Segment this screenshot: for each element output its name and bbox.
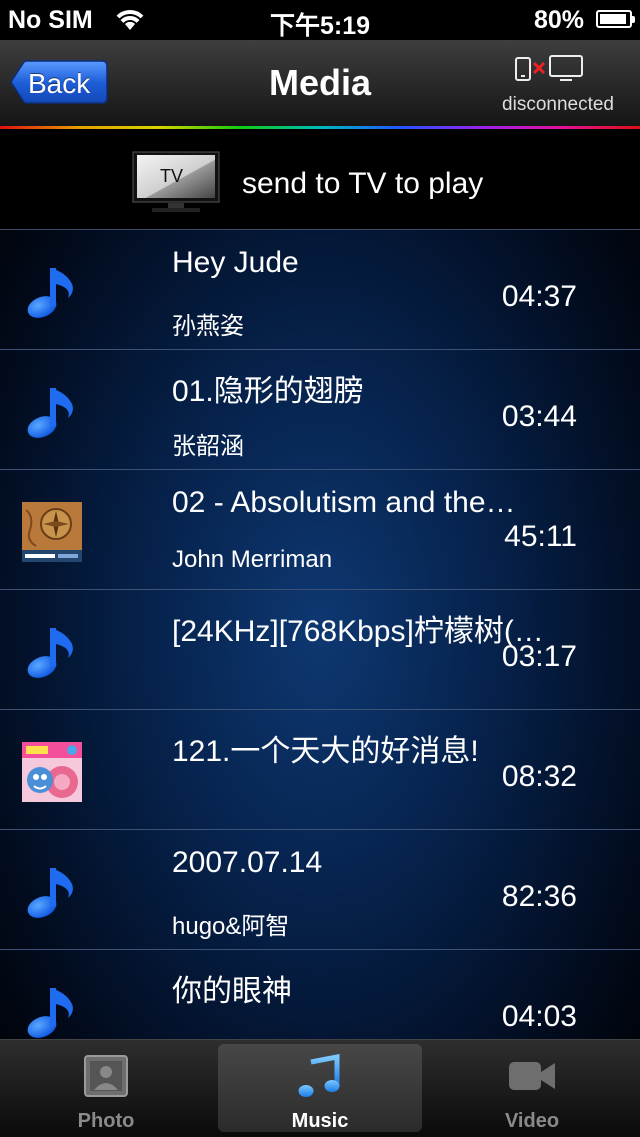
- item-artist: 张韶涵: [172, 433, 244, 460]
- music-note-icon: [22, 862, 82, 922]
- item-duration: 04:03: [501, 1000, 577, 1033]
- list-item[interactable]: 你的眼神 04:03: [0, 950, 640, 1039]
- status-bar: No SIM 下午5:19 80%: [0, 0, 640, 40]
- back-button-label: Back: [28, 68, 91, 99]
- item-duration: 04:37: [501, 280, 577, 313]
- battery-percent: 80%: [533, 6, 584, 34]
- carrier-label: No SIM: [8, 6, 93, 34]
- tab-music-label: Music: [291, 1110, 349, 1132]
- video-camera-icon: [430, 1054, 634, 1103]
- media-list: Hey Jude 孙燕姿 04:37 01.隐形的翅膀 张韶涵 03:44 02…: [0, 230, 640, 1039]
- wifi-icon: [113, 6, 147, 39]
- tab-bar: Photo Music Video: [0, 1039, 640, 1137]
- list-item[interactable]: 01.隐形的翅膀 张韶涵 03:44: [0, 350, 640, 470]
- navigation-bar: Back Media disconnected: [0, 40, 640, 126]
- music-note-icon: [22, 262, 82, 322]
- list-item[interactable]: [24KHz][768Kbps]柠檬树(… 03:17: [0, 590, 640, 710]
- item-title: 2007.07.14: [172, 846, 323, 879]
- list-item[interactable]: 121.一个天大的好消息! 08:32: [0, 710, 640, 830]
- item-duration: 45:11: [504, 520, 577, 553]
- item-artist: 孙燕姿: [172, 313, 244, 340]
- music-note-icon: [22, 982, 82, 1039]
- tab-photo-label: Photo: [77, 1110, 135, 1132]
- tab-music[interactable]: Music: [218, 1040, 422, 1137]
- photo-icon: [4, 1054, 208, 1103]
- item-duration: 08:32: [501, 760, 577, 793]
- item-duration: 03:44: [501, 400, 577, 433]
- tv-icon-label: TV: [160, 166, 183, 186]
- album-art-kids: [22, 742, 82, 802]
- item-duration: 03:17: [501, 640, 577, 673]
- item-artist: hugo&阿智: [172, 913, 290, 940]
- connection-status: disconnected: [502, 94, 614, 115]
- battery-icon: [596, 10, 635, 28]
- tv-icon: TV: [132, 151, 220, 220]
- album-art-open-yale: [22, 502, 82, 562]
- back-button[interactable]: Back: [10, 60, 108, 104]
- device-disconnected-tv-icon[interactable]: [514, 54, 586, 93]
- media-list-container[interactable]: TV send to TV to play Hey Jude 孙燕姿 04:37…: [0, 129, 640, 1039]
- send-to-tv-label: send to TV to play: [242, 167, 484, 200]
- music-note-icon: [22, 382, 82, 442]
- music-note-icon: [22, 622, 82, 682]
- list-item[interactable]: Hey Jude 孙燕姿 04:37: [0, 230, 640, 350]
- list-item[interactable]: 02 - Absolutism and the… John Merriman 4…: [0, 470, 640, 590]
- send-to-tv-row[interactable]: TV send to TV to play: [0, 129, 640, 230]
- music-icon: [218, 1053, 422, 1103]
- list-item[interactable]: 2007.07.14 hugo&阿智 82:36: [0, 830, 640, 950]
- tab-photo[interactable]: Photo: [4, 1040, 208, 1137]
- item-artist: John Merriman: [172, 546, 333, 573]
- tab-video[interactable]: Video: [430, 1040, 634, 1137]
- item-duration: 82:36: [501, 880, 577, 913]
- item-title: 02 - Absolutism and the…: [172, 486, 516, 519]
- tab-video-label: Video: [504, 1110, 560, 1132]
- item-title: Hey Jude: [172, 246, 299, 279]
